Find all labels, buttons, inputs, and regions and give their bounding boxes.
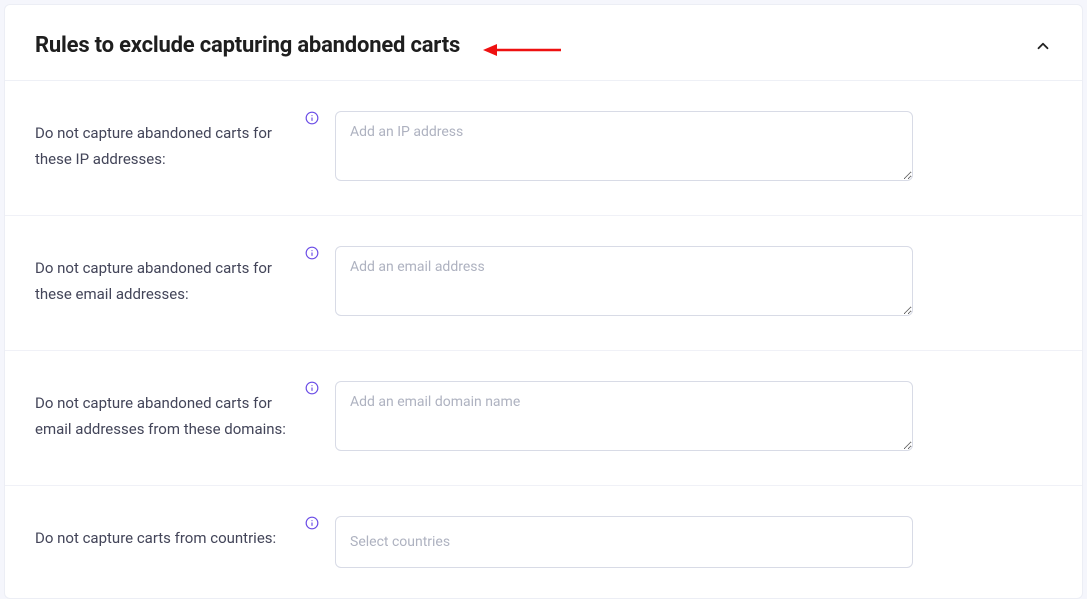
exclusion-rules-body: Do not capture abandoned carts for these… bbox=[5, 81, 1082, 598]
panel-title: Rules to exclude capturing abandoned car… bbox=[35, 33, 460, 58]
country-select[interactable]: Select countries bbox=[335, 516, 913, 568]
info-icon[interactable] bbox=[305, 111, 319, 125]
email-domain-input[interactable] bbox=[335, 381, 913, 451]
exclusion-rules-panel: Rules to exclude capturing abandoned car… bbox=[4, 4, 1083, 599]
row-ip-exclusion: Do not capture abandoned carts for these… bbox=[5, 81, 1082, 216]
panel-header[interactable]: Rules to exclude capturing abandoned car… bbox=[5, 5, 1082, 81]
row-email-exclusion: Do not capture abandoned carts for these… bbox=[5, 216, 1082, 351]
label-domain: Do not capture abandoned carts for email… bbox=[35, 391, 305, 442]
label-country: Do not capture carts from countries: bbox=[35, 526, 305, 552]
email-address-input[interactable] bbox=[335, 246, 913, 316]
chevron-up-icon bbox=[1034, 37, 1052, 55]
info-icon[interactable] bbox=[305, 516, 319, 530]
arrow-annotation bbox=[483, 41, 561, 59]
row-domain-exclusion: Do not capture abandoned carts for email… bbox=[5, 351, 1082, 486]
info-icon[interactable] bbox=[305, 246, 319, 260]
row-country-exclusion: Do not capture carts from countries: Sel… bbox=[5, 486, 1082, 598]
label-email: Do not capture abandoned carts for these… bbox=[35, 256, 305, 307]
info-icon[interactable] bbox=[305, 381, 319, 395]
label-ip: Do not capture abandoned carts for these… bbox=[35, 121, 305, 172]
ip-address-input[interactable] bbox=[335, 111, 913, 181]
